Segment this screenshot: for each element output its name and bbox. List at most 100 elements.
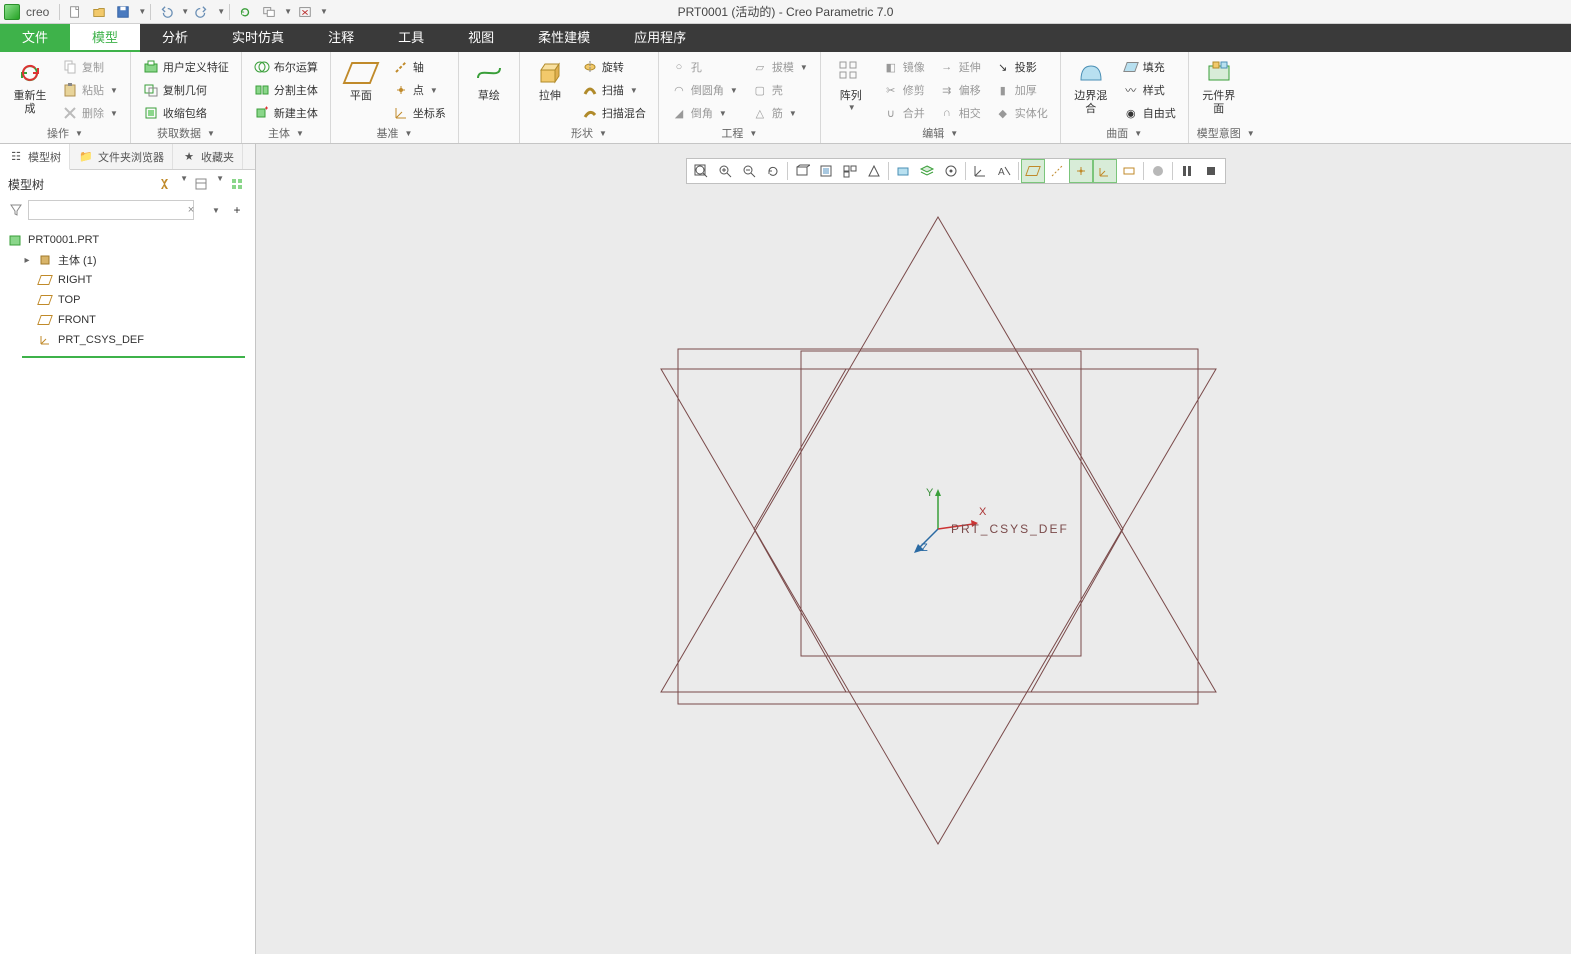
close-window-button[interactable] (294, 1, 316, 23)
tree-csys[interactable]: PRT_CSYS_DEF (22, 330, 255, 350)
mirror-button[interactable]: ◧镜像 (879, 56, 929, 78)
udf-button[interactable]: 用户定义特征 (139, 56, 233, 78)
merge-button[interactable]: ∪合并 (879, 102, 929, 124)
tab-folder-browser[interactable]: 📁文件夹浏览器 (70, 144, 173, 169)
extend-button[interactable]: →延伸 (935, 56, 985, 78)
redo-dropdown-icon[interactable]: ▼ (217, 7, 225, 16)
tab-model-tree[interactable]: ☷模型树 (0, 144, 70, 170)
ribbon-group-datum: 平面 轴 点▼ 坐标系 基准▼ (331, 52, 459, 143)
trim-button[interactable]: ✂修剪 (879, 79, 929, 101)
undo-button[interactable] (155, 1, 177, 23)
thicken-button[interactable]: ▮加厚 (991, 79, 1052, 101)
intersect-button[interactable]: ∩相交 (935, 102, 985, 124)
revolve-button[interactable]: 旋转 (578, 56, 650, 78)
axis-button[interactable]: 轴 (389, 56, 450, 78)
rib-button[interactable]: △筋▼ (748, 102, 812, 124)
logo-icon (4, 4, 20, 20)
menu-realtime-sim[interactable]: 实时仿真 (210, 24, 306, 52)
csys-button[interactable]: 坐标系 (389, 102, 450, 124)
windows-button[interactable] (258, 1, 280, 23)
ribbon-group-edit: 阵列 ▼ ◧镜像 ✂修剪 ∪合并 →延伸 ⇉偏移 ∩相交 ↘投影 ▮加厚 ◆实体… (821, 52, 1061, 143)
tree-search-dropdown[interactable]: ▼ (205, 200, 225, 220)
tab-favorites[interactable]: ★收藏夹 (173, 144, 243, 169)
regenerate-label: 重新生 成 (14, 90, 47, 116)
boundary-blend-button[interactable]: 边界混 合 (1069, 56, 1113, 125)
menu-annotation[interactable]: 注释 (306, 24, 376, 52)
menu-bar: 文件 模型 分析 实时仿真 注释 工具 视图 柔性建模 应用程序 (0, 24, 1571, 52)
menu-view[interactable]: 视图 (446, 24, 516, 52)
copygeom-button[interactable]: 复制几何 (139, 79, 233, 101)
round-button[interactable]: ◠倒圆角▼ (667, 79, 742, 101)
ribbon-group-body: 布尔运算 分割主体 新建主体 主体▼ (242, 52, 331, 143)
menu-tools[interactable]: 工具 (376, 24, 446, 52)
tree-body[interactable]: ▸ 主体 (1) (22, 250, 255, 270)
sweep-blend-button[interactable]: 扫描混合 (578, 102, 650, 124)
freestyle-button[interactable]: ◉自由式 (1119, 102, 1180, 124)
tree-plane-right[interactable]: RIGHT (22, 270, 255, 290)
hole-button[interactable]: ○孔 (667, 56, 742, 78)
tree-settings-button[interactable] (155, 174, 175, 194)
ribbon-group-operations: 重新生 成 复制 粘贴▼ 删除▼ 操作▼ (0, 52, 131, 143)
point-button[interactable]: 点▼ (389, 79, 450, 101)
group-intent-label: 模型意图 (1197, 125, 1241, 141)
delete-button[interactable]: 删除▼ (58, 102, 122, 124)
chamfer-button[interactable]: ◢倒角▼ (667, 102, 742, 124)
fill-button[interactable]: 填充 (1119, 56, 1180, 78)
open-button[interactable] (88, 1, 110, 23)
extrude-button[interactable]: 拉伸 (528, 56, 572, 125)
axis-z-label: Z (921, 542, 928, 554)
menu-file[interactable]: 文件 (0, 24, 70, 52)
undo-dropdown-icon[interactable]: ▼ (181, 7, 189, 16)
split-body-button[interactable]: 分割主体 (250, 79, 322, 101)
group-operations-label: 操作 (47, 125, 69, 141)
qat-customize-icon[interactable]: ▼ (320, 7, 328, 16)
solidify-button[interactable]: ◆实体化 (991, 102, 1052, 124)
new-button[interactable] (64, 1, 86, 23)
plane-button[interactable]: 平面 (339, 56, 383, 125)
save-dropdown-icon[interactable]: ▼ (138, 7, 146, 16)
windows-dropdown-icon[interactable]: ▼ (284, 7, 292, 16)
group-surface-label: 曲面 (1106, 125, 1128, 141)
tree-plane-front[interactable]: FRONT (22, 310, 255, 330)
shrinkwrap-button[interactable]: 收缩包络 (139, 102, 233, 124)
tree-search-input[interactable] (28, 200, 194, 220)
save-button[interactable] (112, 1, 134, 23)
pattern-button[interactable]: 阵列 ▼ (829, 56, 873, 125)
paste-button[interactable]: 粘贴▼ (58, 79, 122, 101)
offset-button[interactable]: ⇉偏移 (935, 79, 985, 101)
copy-button[interactable]: 复制 (58, 56, 122, 78)
draft-button[interactable]: ▱拔模▼ (748, 56, 812, 78)
clear-search-icon[interactable]: × (184, 203, 198, 217)
ribbon-group-sketch: 草绘 (459, 52, 520, 143)
tree-root[interactable]: PRT0001.PRT (8, 230, 255, 250)
content-area: ☷模型树 📁文件夹浏览器 ★收藏夹 模型树 ▼ ▼ × ▼ + (0, 144, 1571, 954)
app-brand: creo (26, 5, 49, 19)
sketch-geometry (256, 144, 1571, 954)
sweep-button[interactable]: 扫描▼ (578, 79, 650, 101)
component-interface-button[interactable]: 元件界 面 (1197, 56, 1241, 125)
shell-button[interactable]: ▢壳 (748, 79, 812, 101)
style-button[interactable]: 〰样式 (1119, 79, 1180, 101)
ribbon-group-intent: 元件界 面 模型意图▼ (1189, 52, 1263, 143)
group-engineering-label: 工程 (721, 125, 743, 141)
regen-qat-button[interactable] (234, 1, 256, 23)
menu-analysis[interactable]: 分析 (140, 24, 210, 52)
model-tree: PRT0001.PRT ▸ 主体 (1) RIGHT TOP FRONT PRT… (0, 226, 255, 362)
menu-model[interactable]: 模型 (70, 24, 140, 52)
graphics-canvas[interactable]: A (256, 144, 1571, 954)
new-body-button[interactable]: 新建主体 (250, 102, 322, 124)
menu-applications[interactable]: 应用程序 (612, 24, 708, 52)
filter-icon[interactable] (8, 202, 24, 218)
tree-view-options-button[interactable] (227, 174, 247, 194)
tree-add-button[interactable]: + (227, 200, 247, 220)
tree-plane-top[interactable]: TOP (22, 290, 255, 310)
project-button[interactable]: ↘投影 (991, 56, 1052, 78)
tree-show-button[interactable] (191, 174, 211, 194)
group-body-label: 主体 (268, 125, 290, 141)
sketch-button[interactable]: 草绘 (467, 56, 511, 141)
menu-flex-modeling[interactable]: 柔性建模 (516, 24, 612, 52)
redo-button[interactable] (191, 1, 213, 23)
boolean-button[interactable]: 布尔运算 (250, 56, 322, 78)
regenerate-button[interactable]: 重新生 成 (8, 56, 52, 125)
model-tree-title: 模型树 (8, 176, 44, 193)
